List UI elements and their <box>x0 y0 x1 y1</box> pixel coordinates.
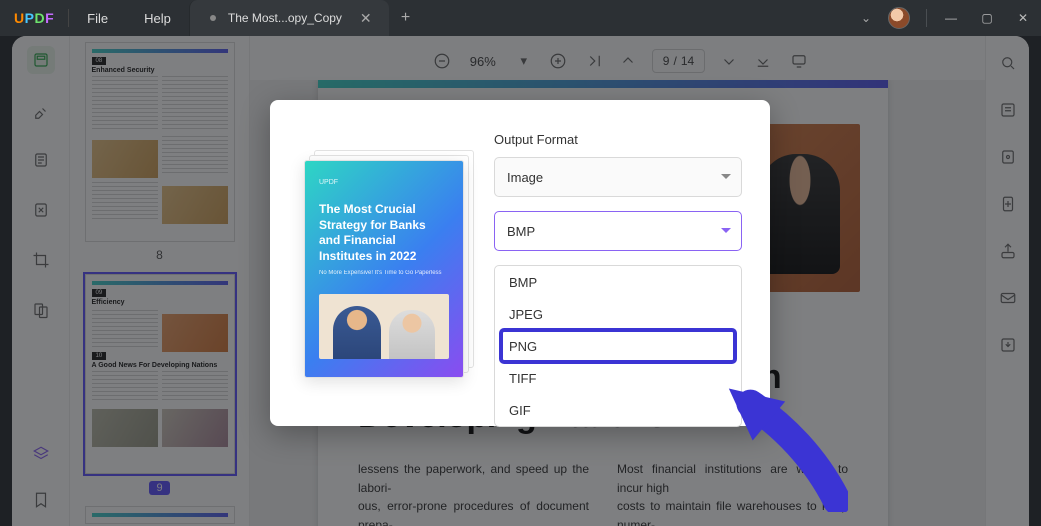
format-option-gif[interactable]: GIF <box>495 394 741 426</box>
output-format-label: Output Format <box>494 132 742 147</box>
tabs-overflow-icon[interactable]: ⌄ <box>854 11 878 25</box>
window-minimize-button[interactable]: — <box>933 11 969 25</box>
tab-close-icon[interactable]: ✕ <box>360 10 372 27</box>
window-close-button[interactable]: ✕ <box>1005 11 1041 25</box>
format-option-jpeg[interactable]: JPEG <box>495 298 741 330</box>
format-option-png[interactable]: PNG <box>495 330 741 362</box>
output-type-select[interactable]: Image <box>494 157 742 197</box>
image-format-dropdown: BMP JPEG PNG TIFF GIF <box>494 265 742 427</box>
select-value: BMP <box>507 224 535 239</box>
document-tab[interactable]: The Most...opy_Copy ✕ <box>189 0 389 36</box>
export-preview-cover: UPDF The Most Crucial Strategy for Banks… <box>305 161 463 377</box>
export-preview-stack: UPDF The Most Crucial Strategy for Banks… <box>304 150 474 380</box>
menu-file[interactable]: File <box>69 11 126 26</box>
image-format-select[interactable]: BMP <box>494 211 742 251</box>
chevron-down-icon <box>721 228 731 233</box>
chevron-down-icon <box>721 174 731 179</box>
titlebar: UPDF File Help The Most...opy_Copy ✕ + ⌄… <box>0 0 1041 36</box>
select-value: Image <box>507 170 543 185</box>
app-logo: UPDF <box>0 10 68 26</box>
menu-help[interactable]: Help <box>126 11 189 26</box>
cover-title: The Most Crucial Strategy for Banks and … <box>319 202 439 264</box>
format-option-tiff[interactable]: TIFF <box>495 362 741 394</box>
cover-photo <box>319 294 449 359</box>
avatar[interactable] <box>888 7 910 29</box>
window-maximize-button[interactable]: ▢ <box>969 11 1005 25</box>
cover-subtitle: No More Expensive! It's Time to Go Paper… <box>319 270 449 276</box>
format-option-bmp[interactable]: BMP <box>495 266 741 298</box>
cover-brand: UPDF <box>319 179 449 186</box>
tab-dirty-dot <box>210 15 216 21</box>
export-dialog: UPDF The Most Crucial Strategy for Banks… <box>270 100 770 426</box>
new-tab-button[interactable]: + <box>389 9 422 27</box>
tab-title: The Most...opy_Copy <box>228 11 342 25</box>
